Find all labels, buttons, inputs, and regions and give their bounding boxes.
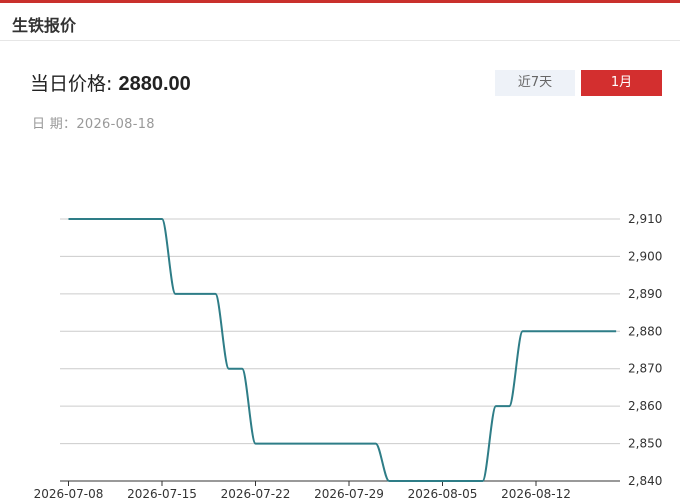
y-tick-label: 2,850 bbox=[628, 437, 662, 451]
x-tick-label: 2026-07-22 bbox=[221, 487, 291, 499]
x-tick-label: 2026-07-08 bbox=[34, 487, 104, 499]
y-tick-label: 2,890 bbox=[628, 287, 662, 301]
price-series-line bbox=[68, 217, 617, 482]
x-tick-label: 2026-07-29 bbox=[314, 487, 384, 499]
price-line-chart: 2,840 2,850 2,860 2,870 2,880 2,890 2,900 2,910… bbox=[34, 212, 663, 499]
y-tick-label: 2,900 bbox=[628, 249, 662, 263]
y-tick-label: 2,880 bbox=[628, 324, 662, 338]
y-tick-label: 2,840 bbox=[628, 474, 662, 488]
y-tick-label: 2,860 bbox=[628, 399, 662, 413]
x-tick-label: 2026-08-12 bbox=[501, 487, 571, 499]
x-tick-label: 2026-08-05 bbox=[408, 487, 478, 499]
x-tick-label: 2026-07-15 bbox=[127, 487, 197, 499]
y-tick-label: 2,870 bbox=[628, 362, 662, 376]
y-tick-label: 2,910 bbox=[628, 212, 662, 226]
